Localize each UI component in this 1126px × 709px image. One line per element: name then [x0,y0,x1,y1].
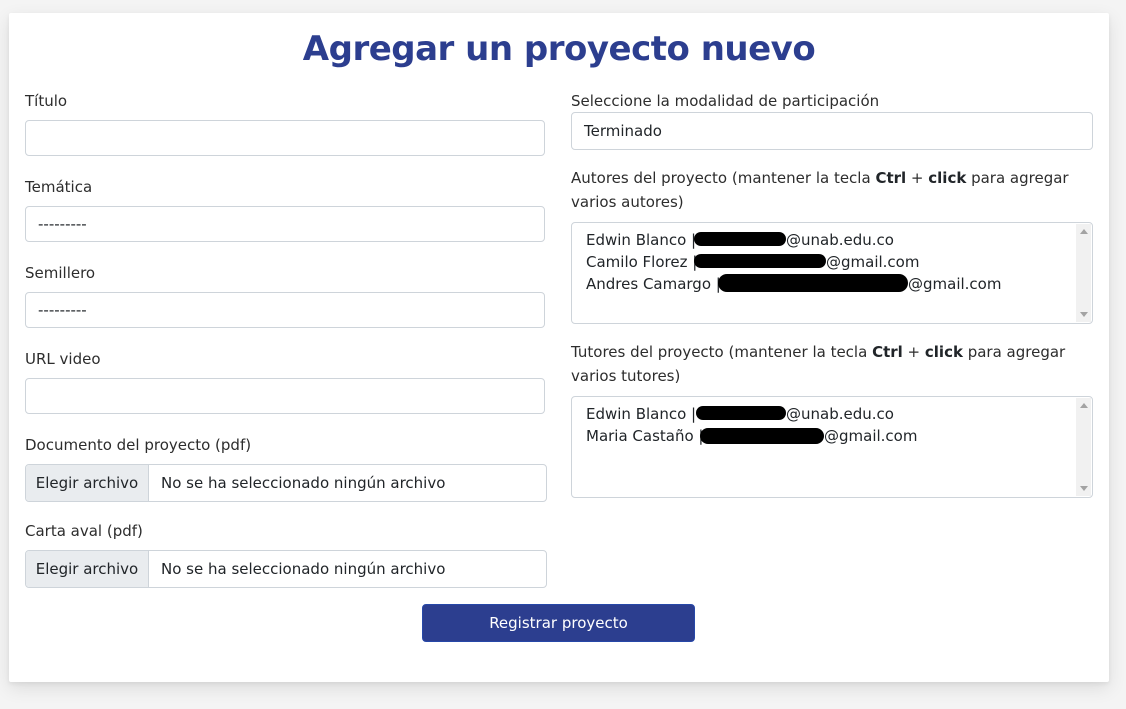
tutores-plus: + [902,343,925,361]
autor-option[interactable]: Edwin Blanco | @unab.edu.co [586,229,1092,251]
tutores-multiselect[interactable]: Edwin Blanco | @unab.edu.co Maria Castaño… [571,396,1093,498]
autor-name: Camilo Florez | [586,253,698,271]
tematica-select[interactable]: --------- [25,206,545,242]
semillero-label: Semillero [25,264,96,282]
scroll-down-icon[interactable] [1080,312,1088,317]
redaction-mark [700,428,824,444]
tutor-option[interactable]: Edwin Blanco | @unab.edu.co [586,403,1092,425]
tutor-name: Maria Castaño | [586,427,704,445]
carta-choose-button[interactable]: Elegir archivo [26,551,149,587]
autor-email: @unab.edu.co [786,231,894,249]
carta-file-status: No se ha seleccionado ningún archivo [161,560,446,578]
tutores-label-text: Tutores del proyecto (mantener la tecla [571,343,873,361]
carta-label: Carta aval (pdf) [25,522,143,540]
redaction-mark [694,254,826,268]
carta-file-input[interactable]: Elegir archivo No se ha seleccionado nin… [25,550,547,588]
redaction-mark [718,274,908,292]
autor-email: @gmail.com [908,275,1002,293]
autor-name: Andres Camargo | [586,275,721,293]
tutores-scrollbar[interactable] [1076,398,1091,496]
autor-option[interactable]: Andres Camargo | @gmail.com [586,273,1092,295]
autores-plus: + [906,169,929,187]
autores-key-ctrl: Ctrl [875,169,907,187]
tutores-label: Tutores del proyecto (mantener la tecla … [571,340,1071,388]
autor-name: Edwin Blanco | [586,231,697,249]
tutor-name: Edwin Blanco | [586,405,697,423]
scroll-up-icon[interactable] [1080,403,1088,408]
autores-scrollbar[interactable] [1076,224,1091,322]
documento-file-status: No se ha seleccionado ningún archivo [161,474,446,492]
tutores-key-click: click [924,343,963,361]
modalidad-label: Seleccione la modalidad de participación [571,92,880,110]
autores-key-click: click [928,169,967,187]
documento-file-input[interactable]: Elegir archivo No se ha seleccionado nin… [25,464,547,502]
url-video-input[interactable] [25,378,545,414]
semillero-select[interactable]: --------- [25,292,545,328]
tutor-option[interactable]: Maria Castaño | @gmail.com [586,425,1092,447]
autores-label: Autores del proyecto (mantener la tecla … [571,166,1071,214]
modalidad-select[interactable]: Terminado [571,112,1093,150]
documento-choose-button[interactable]: Elegir archivo [26,465,149,501]
scroll-up-icon[interactable] [1080,229,1088,234]
redaction-mark [696,406,786,420]
url-video-label: URL video [25,350,101,368]
scroll-down-icon[interactable] [1080,486,1088,491]
titulo-input[interactable] [25,120,545,156]
registrar-proyecto-button[interactable]: Registrar proyecto [422,604,695,642]
autor-email: @gmail.com [826,253,920,271]
autor-option[interactable]: Camilo Florez | @gmail.com [586,251,1092,273]
autores-multiselect[interactable]: Edwin Blanco | @unab.edu.co Camilo Florez… [571,222,1093,324]
documento-label: Documento del proyecto (pdf) [25,436,252,454]
tutor-email: @gmail.com [824,427,918,445]
titulo-label: Título [25,92,68,110]
tematica-label: Temática [25,178,93,196]
tutor-email: @unab.edu.co [786,405,894,423]
page-title: Agregar un proyecto nuevo [302,29,816,69]
form-card: Agregar un proyecto nuevo Título Temátic… [9,13,1109,682]
redaction-mark [694,232,786,246]
tutores-key-ctrl: Ctrl [872,343,903,361]
autores-label-text: Autores del proyecto (mantener la tecla [571,169,876,187]
